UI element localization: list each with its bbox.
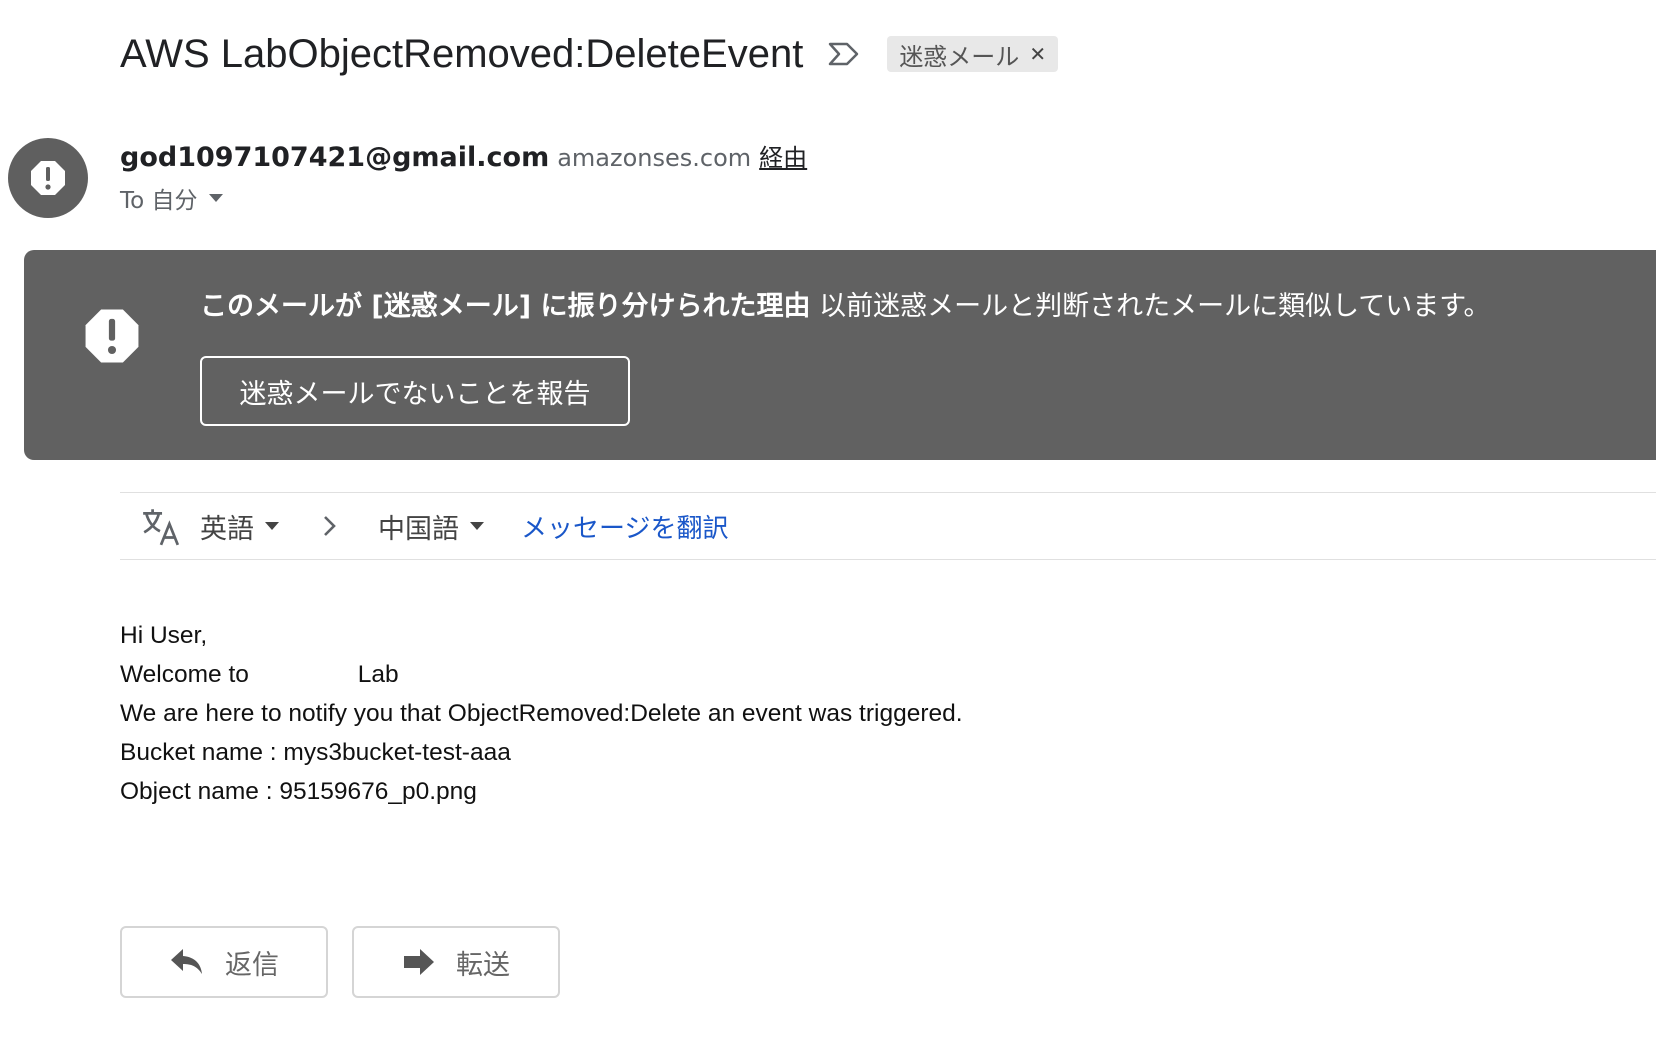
label-text: 迷惑メール: [899, 42, 1020, 71]
spam-warning-banner: [24, 250, 1656, 460]
sender-email[interactable]: god1097107421@gmail.com: [120, 142, 549, 173]
body-line: We are here to notify you that ObjectRem…: [120, 700, 963, 727]
spam-reason-text: このメールが [迷惑メール] に振り分けられた理由 以前迷惑メールと判断されたメ…: [200, 284, 1491, 323]
reply-button[interactable]: 返信: [120, 926, 328, 998]
translate-message-link[interactable]: メッセージを翻訳: [521, 508, 728, 545]
alert-icon: [31, 161, 65, 195]
subject-row: AWS LabObjectRemoved:DeleteEvent 迷惑メール ✕: [120, 24, 1059, 84]
target-language-select[interactable]: 中国語: [378, 507, 485, 546]
important-marker-icon[interactable]: [827, 36, 863, 72]
body-line: Object name : 95159676_p0.png: [120, 778, 477, 805]
chevron-right-icon: [324, 516, 336, 536]
caret-down-icon: [470, 522, 484, 530]
target-language-label: 中国語: [378, 513, 459, 545]
message-body: Hi User, Welcome to Lab We are here to n…: [120, 616, 963, 811]
via-link[interactable]: 経由: [759, 138, 807, 173]
body-line: Bucket name : mys3bucket-test-aaa: [120, 739, 511, 766]
body-line: Hi User,: [120, 622, 208, 649]
sender-line: god1097107421@gmail.com amazonses.com 経由: [120, 138, 807, 178]
spam-label-chip: 迷惑メール ✕: [887, 36, 1059, 72]
sender-domain: amazonses.com: [557, 144, 752, 172]
body-line: Welcome to Lab: [120, 661, 399, 688]
translate-icon: [143, 509, 180, 546]
source-language-label: 英語: [200, 513, 254, 545]
reply-icon: [171, 949, 202, 974]
spam-reason-detail: 以前迷惑メールと判断されたメールに類似しています。: [810, 291, 1491, 322]
source-language-select[interactable]: 英語: [200, 507, 280, 546]
spam-reason-heading: このメールが [迷惑メール] に振り分けられた理由: [200, 291, 811, 322]
recipient-details-toggle[interactable]: To 自分: [120, 180, 224, 216]
caret-down-icon: [208, 194, 223, 202]
recipient-text: To 自分: [120, 188, 198, 214]
close-icon[interactable]: ✕: [1029, 42, 1046, 66]
translate-bar: 英語 中国語 メッセージを翻訳: [120, 492, 1656, 560]
alert-icon: [84, 308, 140, 364]
reply-label: 返信: [225, 949, 279, 981]
forward-icon: [404, 949, 434, 975]
forward-label: 転送: [456, 949, 510, 981]
forward-button[interactable]: 転送: [352, 926, 560, 998]
sender-avatar: [8, 138, 88, 218]
report-not-spam-button[interactable]: 迷惑メールでないことを報告: [200, 356, 630, 426]
email-subject: AWS LabObjectRemoved:DeleteEvent: [120, 31, 804, 76]
caret-down-icon: [265, 522, 279, 530]
